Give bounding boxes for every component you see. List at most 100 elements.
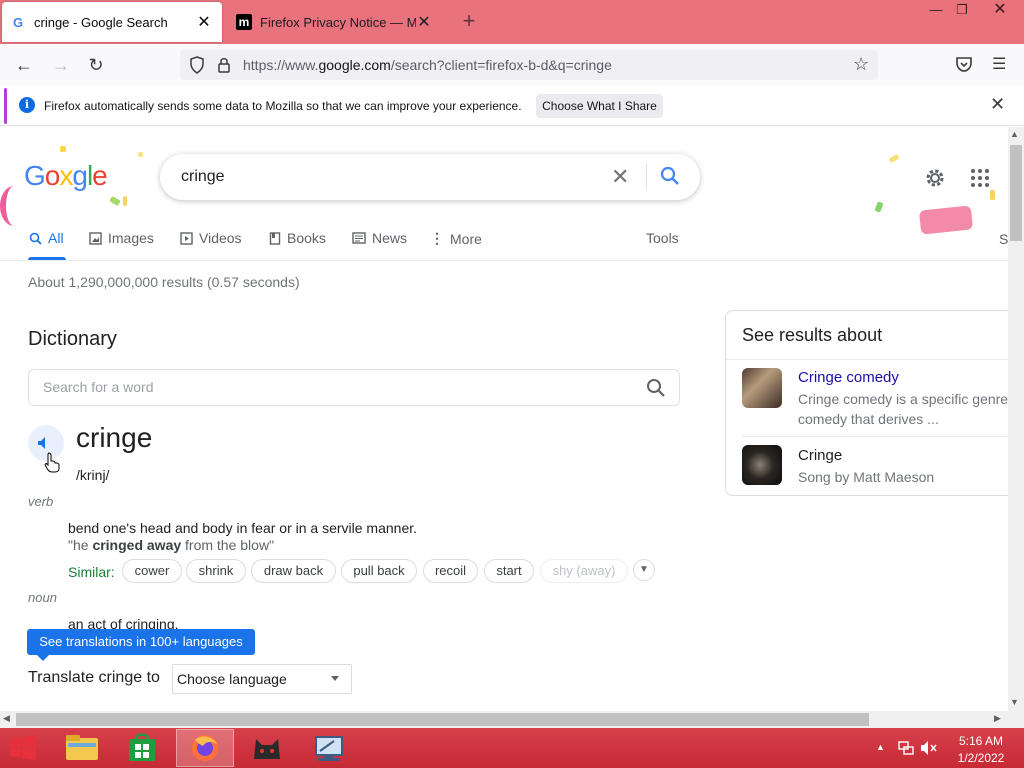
similar-chip[interactable]: cower <box>122 559 182 583</box>
tab-tools[interactable]: Tools <box>646 230 679 246</box>
image-icon <box>89 231 102 245</box>
volume-muted-icon[interactable] <box>920 740 938 756</box>
doodle-confetti <box>874 201 884 213</box>
cringe-comedy-thumbnail[interactable] <box>742 368 782 408</box>
similar-chip[interactable]: start <box>484 559 534 583</box>
tab-books[interactable]: Books <box>269 230 326 246</box>
doodle-confetti <box>138 152 143 157</box>
scroll-down-arrow-icon[interactable]: ▼ <box>1010 697 1019 707</box>
cringe-song-description: Song by Matt Maeson <box>798 469 935 485</box>
scroll-up-arrow-icon[interactable]: ▲ <box>1010 129 1019 139</box>
part-of-speech: verb <box>28 494 54 509</box>
taskbar-file-explorer[interactable] <box>54 729 112 767</box>
taskbar-firefox[interactable] <box>176 729 234 767</box>
notification-text: Firefox automatically sends some data to… <box>44 99 522 113</box>
tab-videos[interactable]: Videos <box>180 230 242 246</box>
window-close-button[interactable]: ✕ <box>984 0 1016 20</box>
translations-tooltip-button[interactable]: See translations in 100+ languages <box>27 629 255 661</box>
tab-images[interactable]: Images <box>89 230 154 246</box>
tabs-divider <box>0 260 1008 261</box>
cringe-song-link[interactable]: Cringe <box>798 447 842 464</box>
cringe-comedy-link[interactable]: Cringe comedy <box>798 369 899 386</box>
reload-button[interactable]: ↻ <box>81 50 111 80</box>
doodle-confetti <box>0 186 28 226</box>
close-notification-icon[interactable]: ✕ <box>990 94 1005 115</box>
tab-firefox-privacy[interactable]: m Firefox Privacy Notice — Mozilla ✕ <box>226 2 442 42</box>
definition: bend one's head and body in fear or in a… <box>68 520 418 536</box>
search-divider <box>646 164 647 190</box>
tab-label: More <box>450 230 482 247</box>
search-input[interactable]: cringe <box>181 168 225 186</box>
restore-icon: ❐ <box>956 2 968 17</box>
gear-icon[interactable] <box>922 165 948 191</box>
tab-label: All <box>48 230 64 246</box>
back-arrow-icon: ← <box>15 54 33 75</box>
horizontal-scroll-thumb[interactable] <box>16 713 869 726</box>
new-tab-button[interactable]: + <box>456 10 482 34</box>
svg-text:G: G <box>13 15 23 29</box>
tab-all[interactable]: All <box>29 230 64 246</box>
tab-title: cringe - Google Search <box>34 14 168 30</box>
tab-news[interactable]: News <box>352 230 407 246</box>
network-icon[interactable] <box>898 740 914 756</box>
url-text[interactable]: https://www.google.com/search?client=fir… <box>243 57 612 73</box>
clock-date[interactable]: 1/2/2022 <box>956 751 1006 765</box>
google-doodle-logo[interactable]: Goxgle <box>24 160 108 192</box>
hamburger-menu-icon[interactable]: ☰ <box>992 54 1006 74</box>
choose-what-i-share-button[interactable]: Choose What I Share <box>536 94 663 118</box>
forward-arrow-icon: → <box>52 54 70 75</box>
play-icon <box>180 231 193 245</box>
sign-in-truncated[interactable]: S <box>999 231 1008 247</box>
search-icon[interactable] <box>646 378 666 398</box>
clock-time[interactable]: 5:16 AM <box>956 734 1006 748</box>
tab-label: Tools <box>646 230 679 246</box>
firefox-icon <box>192 735 218 761</box>
taskbar-store[interactable] <box>114 729 172 767</box>
restore-button[interactable]: ❐ <box>946 0 978 20</box>
word-search-placeholder[interactable]: Search for a word <box>43 379 154 395</box>
close-tab-icon[interactable]: ✕ <box>416 12 432 32</box>
store-bag-icon <box>129 733 155 761</box>
vertical-dots-icon: ⋮ <box>430 230 444 246</box>
clear-search-icon[interactable]: ✕ <box>611 164 629 190</box>
bookmark-star-icon[interactable]: ☆ <box>853 54 869 75</box>
shield-icon[interactable] <box>189 56 205 74</box>
language-select-value[interactable]: Choose language <box>177 671 287 687</box>
back-button[interactable]: ← <box>9 50 39 80</box>
lock-icon[interactable] <box>217 56 231 74</box>
plus-icon: + <box>462 8 476 33</box>
panel-divider <box>742 436 1016 437</box>
scroll-right-arrow-icon[interactable]: ▶ <box>994 713 1001 724</box>
similar-chip[interactable]: pull back <box>341 559 417 583</box>
scroll-left-arrow-icon[interactable]: ◀ <box>3 713 10 724</box>
pocket-icon[interactable] <box>955 56 973 73</box>
example: "he cringed away from the blow" <box>68 537 275 553</box>
taskbar-app[interactable] <box>238 729 296 767</box>
book-icon <box>269 231 281 245</box>
search-icon[interactable] <box>660 166 680 186</box>
vertical-scroll-thumb[interactable] <box>1010 145 1022 241</box>
computer-icon <box>315 736 343 761</box>
doodle-confetti <box>918 205 974 235</box>
dropdown-caret-icon <box>331 676 339 681</box>
minimize-icon: — <box>929 2 943 17</box>
cringe-song-thumbnail[interactable] <box>742 445 782 485</box>
similar-chip[interactable]: draw back <box>251 559 336 583</box>
mouse-cursor-icon <box>44 452 60 473</box>
similar-chip[interactable]: shrink <box>186 559 246 583</box>
expand-similar-button[interactable]: ▼ <box>633 559 655 581</box>
tray-overflow-icon[interactable]: ▲ <box>876 742 885 752</box>
panel-divider <box>726 359 1016 360</box>
close-tab-icon[interactable]: ✕ <box>196 12 212 32</box>
forward-button[interactable]: → <box>46 50 76 80</box>
cringe-comedy-description: Cringe comedy is a specific genre of come… <box>798 391 1018 427</box>
taskbar-remote-desktop[interactable] <box>300 729 358 767</box>
start-button[interactable] <box>8 733 38 763</box>
doodle-confetti <box>60 146 66 152</box>
apps-grid-icon[interactable] <box>970 168 990 188</box>
cat-app-icon <box>254 739 280 759</box>
similar-chip[interactable]: recoil <box>423 559 478 583</box>
tab-google-search[interactable]: G cringe - Google Search ✕ <box>2 2 222 42</box>
tab-more[interactable]: ⋮ More <box>430 230 482 247</box>
similar-chip[interactable]: shy (away) <box>540 559 628 583</box>
